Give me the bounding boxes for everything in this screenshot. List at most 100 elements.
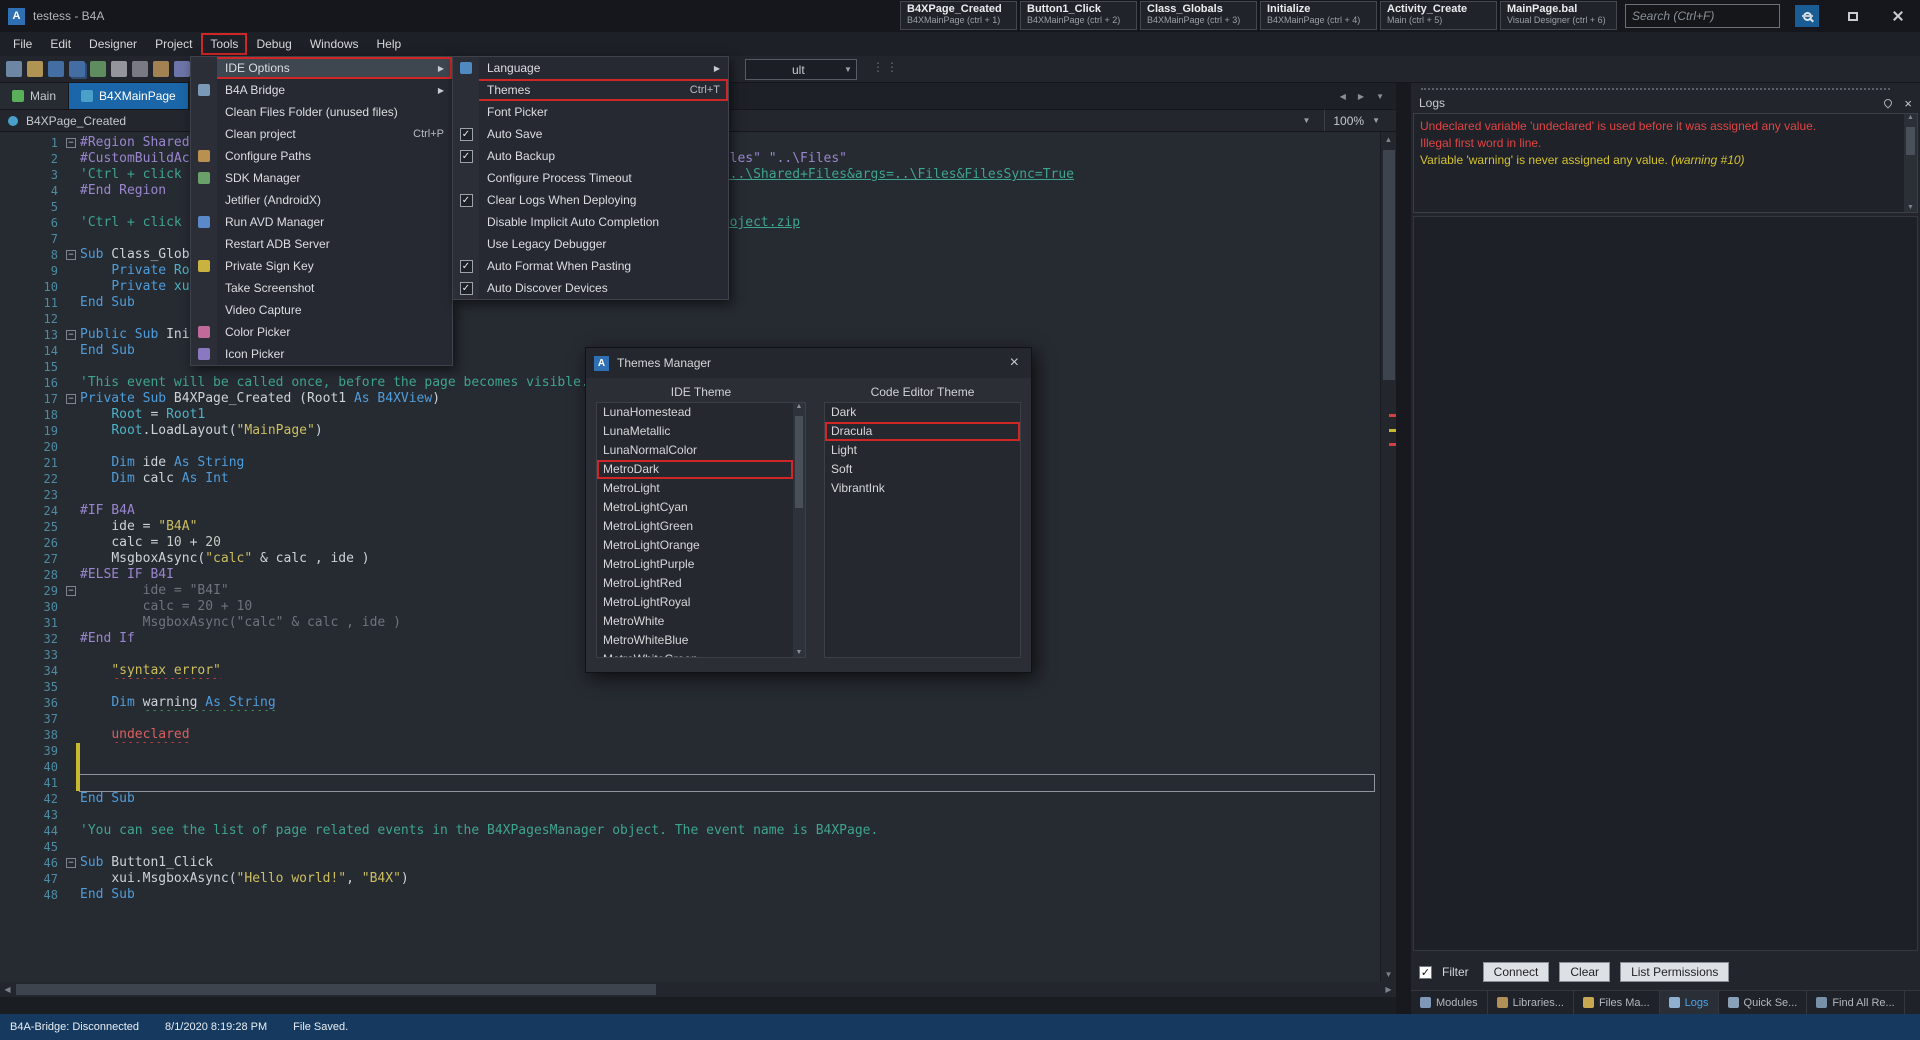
error-mark[interactable] [1389,443,1396,446]
ide-theme-metrolightred[interactable]: MetroLightRed [597,574,793,593]
bookmark-tab-b4xpage-created[interactable]: B4XPage_Created B4XMainPage (ctrl + 1) [900,1,1017,30]
designer-icon[interactable] [90,61,106,77]
checkbox[interactable]: ✓ [453,255,479,277]
menu-item-color-picker[interactable]: Color Picker [191,321,452,343]
search-input[interactable] [1626,5,1795,27]
ide-theme-scrollbar[interactable]: ▲ ▼ [792,403,805,657]
menu-item-auto-save[interactable]: ✓ Auto Save [453,123,728,145]
bookmark-tab-button1-click[interactable]: Button1_Click B4XMainPage (ctrl + 2) [1020,1,1137,30]
tab-scroll-left-icon[interactable]: ◀ [1340,92,1346,101]
clear-button[interactable]: Clear [1559,962,1611,982]
log-scrollbar[interactable]: ▲ ▼ [1904,114,1917,212]
menubar-item-debug[interactable]: Debug [247,33,300,55]
ide-theme-metrowhitegreen[interactable]: MetroWhiteGreen [597,650,793,657]
menu-item-auto-discover-devices[interactable]: ✓ Auto Discover Devices [453,277,728,299]
menu-item-ide-options[interactable]: IDE Options ▶ [191,57,452,79]
menu-item-themes[interactable]: Themes Ctrl+T [453,79,728,101]
minimize-button[interactable] [1785,0,1830,32]
panel-tab-files-ma[interactable]: Files Ma... [1574,991,1660,1014]
current-member-name[interactable]: B4XPage_Created [26,114,126,128]
menu-item-clean-files-folder-unused-files[interactable]: Clean Files Folder (unused files) [191,101,452,123]
bookmark-tab-initialize[interactable]: Initialize B4XMainPage (ctrl + 4) [1260,1,1377,30]
fold-icon[interactable]: − [66,138,76,148]
menubar-item-project[interactable]: Project [146,33,201,55]
menubar-item-tools[interactable]: Tools [201,33,248,55]
checkbox[interactable]: ✓ [453,189,479,211]
scroll-up-icon[interactable]: ▲ [1904,114,1917,121]
menu-item-clean-project[interactable]: Clean project Ctrl+P [191,123,452,145]
filter-checkbox[interactable]: ✓ [1419,965,1432,979]
panel-grip[interactable] [1411,83,1920,93]
scroll-right-icon[interactable]: ▶ [1381,985,1396,994]
fold-icon[interactable]: − [66,586,76,596]
menubar-item-designer[interactable]: Designer [80,33,146,55]
fold-icon[interactable]: − [66,394,76,404]
scroll-down-icon[interactable]: ▼ [1904,204,1917,211]
menu-item-language[interactable]: Language ▶ [453,57,728,79]
menu-item-jetifier-androidx[interactable]: Jetifier (AndroidX) [191,189,452,211]
compile-icon[interactable] [111,61,127,77]
panel-tab-logs[interactable]: Logs [1659,991,1719,1014]
ide-theme-metrolightorange[interactable]: MetroLightOrange [597,536,793,555]
error-mark[interactable] [1389,414,1396,417]
ide-theme-metrolightroyal[interactable]: MetroLightRoyal [597,593,793,612]
scrollbar-thumb[interactable] [794,416,803,508]
editor-tab-b4xmainpage[interactable]: B4XMainPage [69,83,189,109]
menu-item-video-capture[interactable]: Video Capture [191,299,452,321]
ide-theme-lunanormalcolor[interactable]: LunaNormalColor [597,441,793,460]
panel-tab-modules[interactable]: Modules [1411,991,1488,1014]
build-configuration-dropdown[interactable]: ult ▼ [745,59,857,80]
scrollbar-thumb[interactable] [1383,150,1395,380]
fold-icon[interactable]: − [66,858,76,868]
bookmark-tab-activity-create[interactable]: Activity_Create Main (ctrl + 5) [1380,1,1497,30]
bookmark-tab-class-globals[interactable]: Class_Globals B4XMainPage (ctrl + 3) [1140,1,1257,30]
maximize-button[interactable] [1830,0,1875,32]
ide-theme-metrolightcyan[interactable]: MetroLightCyan [597,498,793,517]
fold-icon[interactable]: − [66,250,76,260]
menu-item-private-sign-key[interactable]: Private Sign Key [191,255,452,277]
member-dropdown-icon[interactable]: ▼ [1302,116,1324,125]
paste-icon[interactable] [174,61,190,77]
panel-tab-find-all-re[interactable]: Find All Re... [1807,991,1905,1014]
pin-icon[interactable] [1882,97,1895,109]
menu-item-b4a-bridge[interactable]: B4A Bridge ▶ [191,79,452,101]
list-permissions-button[interactable]: List Permissions [1620,962,1730,982]
editor-horizontal-scrollbar[interactable]: ◀ ▶ [0,982,1396,997]
menubar-item-file[interactable]: File [4,33,41,55]
checkbox[interactable]: ✓ [453,145,479,167]
menu-item-use-legacy-debugger[interactable]: Use Legacy Debugger [453,233,728,255]
editor-theme-soft[interactable]: Soft [825,460,1020,479]
menu-item-clear-logs-when-deploying[interactable]: ✓ Clear Logs When Deploying [453,189,728,211]
panel-tab-libraries[interactable]: Libraries... [1488,991,1574,1014]
cut-icon[interactable] [132,61,148,77]
checkbox[interactable]: ✓ [453,123,479,145]
scroll-left-icon[interactable]: ◀ [0,985,15,994]
open-project-icon[interactable] [27,61,43,77]
warning-mark[interactable] [1389,429,1396,432]
editor-theme-dracula[interactable]: Dracula [825,422,1020,441]
menubar-item-edit[interactable]: Edit [41,33,80,55]
ide-theme-lunahomestead[interactable]: LunaHomestead [597,403,793,422]
scrollbar-thumb[interactable] [1906,127,1915,155]
editor-vertical-scrollbar[interactable]: ▲ ▼ [1380,132,1396,982]
menu-item-configure-process-timeout[interactable]: Configure Process Timeout [453,167,728,189]
tab-list-icon[interactable]: ▼ [1376,92,1384,101]
menu-item-take-screenshot[interactable]: Take Screenshot [191,277,452,299]
editor-theme-vibrantink[interactable]: VibrantInk [825,479,1020,498]
tab-scroll-right-icon[interactable]: ▶ [1358,92,1364,101]
bookmark-tab-mainpage-bal[interactable]: MainPage.bal Visual Designer (ctrl + 6) [1500,1,1617,30]
menubar-item-help[interactable]: Help [368,33,411,55]
ide-theme-metrolightpurple[interactable]: MetroLightPurple [597,555,793,574]
copy-icon[interactable] [153,61,169,77]
menu-item-icon-picker[interactable]: Icon Picker [191,343,452,365]
new-project-icon[interactable] [6,61,22,77]
menu-item-sdk-manager[interactable]: SDK Manager [191,167,452,189]
ide-theme-metrowhite[interactable]: MetroWhite [597,612,793,631]
menu-item-configure-paths[interactable]: Configure Paths [191,145,452,167]
menu-item-auto-backup[interactable]: ✓ Auto Backup [453,145,728,167]
panel-splitter[interactable] [1396,83,1411,1014]
menu-item-run-avd-manager[interactable]: Run AVD Manager [191,211,452,233]
editor-theme-dark[interactable]: Dark [825,403,1020,422]
menu-item-restart-adb-server[interactable]: Restart ADB Server [191,233,452,255]
menu-item-auto-format-when-pasting[interactable]: ✓ Auto Format When Pasting [453,255,728,277]
